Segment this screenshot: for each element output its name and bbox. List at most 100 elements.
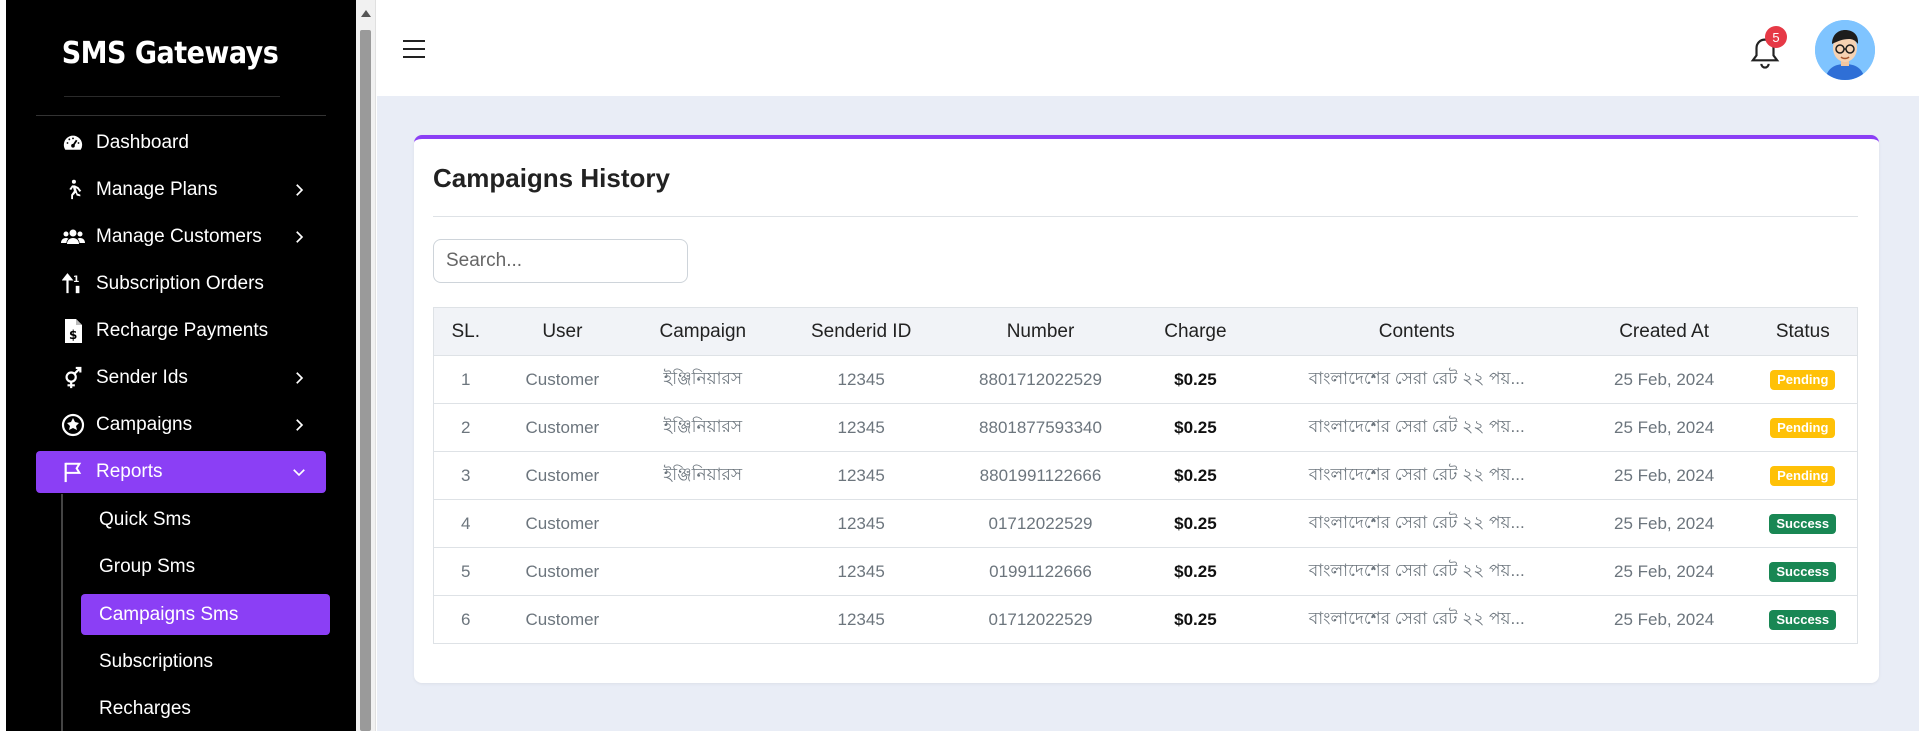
scroll-thumb[interactable] — [360, 30, 371, 731]
sidebar-item-reports[interactable]: Reports — [36, 451, 326, 493]
card-divider — [433, 216, 1858, 217]
chevron-right-icon — [296, 184, 304, 196]
campaigns-table: SL. User Campaign Senderid ID Number Cha… — [433, 307, 1858, 644]
sidebar-item-subscription-orders[interactable]: 1 Subscription Orders — [36, 263, 326, 305]
chevron-right-icon — [296, 372, 304, 384]
submenu-guide-line — [61, 494, 63, 731]
sidebar-item-sender-ids[interactable]: Sender Ids — [36, 357, 326, 399]
cell-senderid: 12345 — [778, 355, 945, 404]
svg-text:1: 1 — [73, 274, 79, 285]
sidebar-item-dashboard[interactable]: Dashboard — [36, 122, 326, 164]
table-row[interactable]: 5 Customer 12345 01991122666 $0.25 বাংলা… — [433, 547, 1858, 596]
sidebar-item-recharge-payments[interactable]: $ Recharge Payments — [36, 310, 326, 352]
menu-divider — [36, 115, 326, 116]
cell-created-at: 25 Feb, 2024 — [1579, 499, 1749, 548]
gauge-icon — [60, 130, 86, 156]
sidebar: SMS Gateways Dashboard Manage Plans Mana… — [6, 0, 356, 731]
sidebar-item-label: Reports — [96, 461, 163, 482]
hamburger-menu-icon[interactable] — [402, 38, 426, 60]
col-header-status[interactable]: Status — [1748, 307, 1858, 356]
col-header-sl[interactable]: SL. — [433, 307, 498, 356]
gender-icon — [60, 365, 86, 391]
cell-campaign: ইঞ্জিনিয়ারস — [627, 355, 779, 404]
chevron-down-icon — [293, 469, 305, 477]
walking-person-icon — [60, 177, 86, 203]
cell-senderid: 12345 — [778, 451, 945, 500]
status-badge: Success — [1769, 562, 1837, 582]
cell-sl: 2 — [433, 403, 498, 452]
sidebar-subitem-recharges[interactable]: Recharges — [81, 688, 330, 729]
cell-created-at: 25 Feb, 2024 — [1579, 547, 1749, 596]
cell-number: 01991122666 — [944, 547, 1137, 596]
cell-campaign — [627, 595, 779, 644]
col-header-number[interactable]: Number — [944, 307, 1137, 356]
sidebar-item-campaigns[interactable]: Campaigns — [36, 404, 326, 446]
sidebar-subitem-quick-sms[interactable]: Quick Sms — [81, 499, 330, 540]
status-badge: Pending — [1770, 418, 1836, 438]
sidebar-item-label: Recharge Payments — [96, 320, 269, 341]
topbar: 5 — [377, 0, 1919, 96]
col-header-campaign[interactable]: Campaign — [627, 307, 779, 356]
cell-user: Customer — [497, 451, 628, 500]
status-badge: Pending — [1770, 370, 1836, 390]
cell-contents: বাংলাদেশের সেরা রেট ২২ পয়... — [1253, 547, 1580, 596]
cell-campaign — [627, 547, 779, 596]
search-input[interactable] — [433, 239, 688, 283]
user-avatar[interactable] — [1815, 20, 1875, 80]
sort-arrows-icon: 1 — [60, 271, 86, 297]
sidebar-subitem-campaigns-sms[interactable]: Campaigns Sms — [81, 594, 330, 635]
cell-status: Pending — [1748, 451, 1858, 500]
col-header-user[interactable]: User — [497, 307, 628, 356]
col-header-charge[interactable]: Charge — [1136, 307, 1254, 356]
cell-sl: 4 — [433, 499, 498, 548]
sidebar-item-manage-plans[interactable]: Manage Plans — [36, 169, 326, 211]
sidebar-item-label: Subscription Orders — [96, 273, 264, 294]
cell-charge: $0.25 — [1136, 595, 1254, 644]
sidebar-item-label: Campaigns — [96, 414, 193, 435]
chevron-right-icon — [296, 419, 304, 431]
cell-contents: বাংলাদেশের সেরা রেট ২২ পয়... — [1253, 595, 1580, 644]
cell-status: Success — [1748, 595, 1858, 644]
col-header-senderid[interactable]: Senderid ID — [778, 307, 945, 356]
table-row[interactable]: 6 Customer 12345 01712022529 $0.25 বাংলা… — [433, 595, 1858, 644]
main-content: 5 Campaigns History Search... SL. User C… — [377, 0, 1919, 731]
table-row[interactable]: 4 Customer 12345 01712022529 $0.25 বাংলা… — [433, 499, 1858, 548]
sidebar-item-manage-customers[interactable]: Manage Customers — [36, 216, 326, 258]
page-title: Campaigns History — [433, 163, 670, 193]
sidebar-item-label: Sender Ids — [96, 367, 188, 388]
table-row[interactable]: 2 Customer ইঞ্জিনিয়ারস 12345 8801877593… — [433, 403, 1858, 452]
cell-status: Success — [1748, 499, 1858, 548]
sidebar-item-label: Dashboard — [96, 132, 189, 153]
sidebar-scrollbar[interactable] — [356, 0, 376, 731]
cell-number: 01712022529 — [944, 499, 1137, 548]
cell-number: 8801712022529 — [944, 355, 1137, 404]
flag-icon — [60, 459, 86, 485]
cell-user: Customer — [497, 355, 628, 404]
sidebar-subitem-group-sms[interactable]: Group Sms — [81, 546, 330, 587]
invoice-dollar-icon: $ — [60, 318, 86, 344]
cell-campaign — [627, 499, 779, 548]
cell-charge: $0.25 — [1136, 451, 1254, 500]
chevron-right-icon — [296, 231, 304, 243]
cell-campaign: ইঞ্জিনিয়ারস — [627, 403, 779, 452]
col-header-created-at[interactable]: Created At — [1579, 307, 1749, 356]
scroll-up-arrow-icon[interactable] — [361, 10, 371, 17]
table-row[interactable]: 1 Customer ইঞ্জিনিয়ারস 12345 8801712022… — [433, 355, 1858, 404]
cell-created-at: 25 Feb, 2024 — [1579, 595, 1749, 644]
campaigns-history-card: Campaigns History SL. User Campaign Send… — [414, 135, 1879, 683]
table-row[interactable]: 3 Customer ইঞ্জিনিয়ারস 12345 8801991122… — [433, 451, 1858, 500]
cell-charge: $0.25 — [1136, 499, 1254, 548]
cell-charge: $0.25 — [1136, 355, 1254, 404]
cell-senderid: 12345 — [778, 499, 945, 548]
cell-charge: $0.25 — [1136, 403, 1254, 452]
svg-text:$: $ — [69, 328, 77, 342]
sidebar-item-label: Manage Customers — [96, 226, 262, 247]
cell-senderid: 12345 — [778, 403, 945, 452]
cell-contents: বাংলাদেশের সেরা রেট ২২ পয়... — [1253, 403, 1580, 452]
cell-sl: 3 — [433, 451, 498, 500]
cell-number: 01712022529 — [944, 595, 1137, 644]
cell-created-at: 25 Feb, 2024 — [1579, 355, 1749, 404]
col-header-contents[interactable]: Contents — [1253, 307, 1580, 356]
cell-number: 8801877593340 — [944, 403, 1137, 452]
sidebar-subitem-subscriptions[interactable]: Subscriptions — [81, 641, 330, 682]
